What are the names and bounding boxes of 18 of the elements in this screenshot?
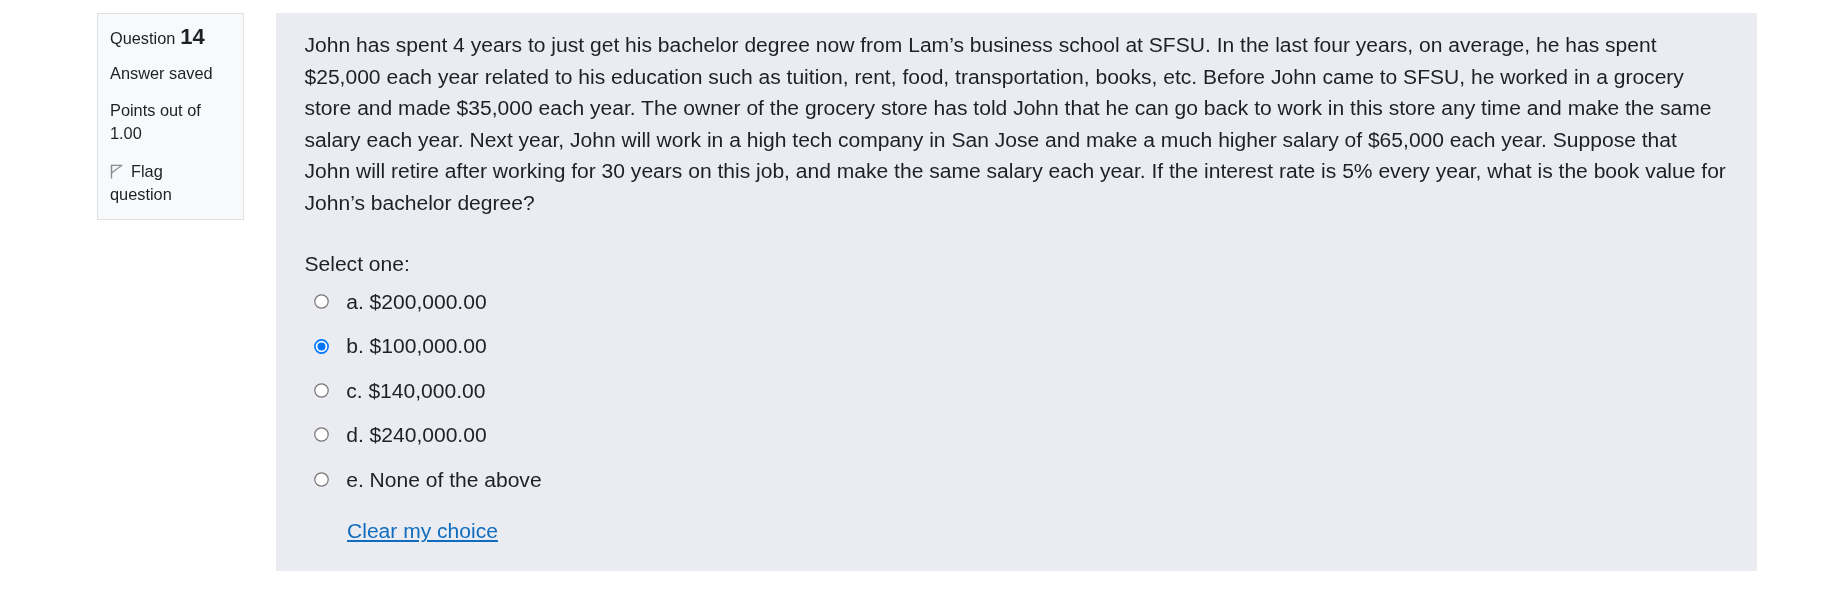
radio-button[interactable] [314,471,330,487]
answer-state-text: Answer saved [110,63,214,84]
answer-option-label[interactable]: d. $240,000.00 [346,419,487,451]
flag-question-toggle[interactable]: Flag question [110,159,223,207]
radio-button[interactable] [314,338,330,354]
answer-option-label[interactable]: b. $100,000.00 [346,330,487,362]
answer-option-label[interactable]: a. $200,000.00 [346,285,487,318]
question-label: Question [110,28,176,49]
question-number: 14 [180,23,205,51]
clear-choice-link[interactable]: Clear my choice [347,515,498,547]
select-prompt: Select one: [304,251,411,277]
points-text: Points out of 1.00 [110,99,202,144]
answer-option-label[interactable]: e. None of the above [346,463,542,495]
radio-button[interactable] [314,427,330,443]
radio-button[interactable] [314,294,330,310]
answer-option-label[interactable]: c. $140,000.00 [346,374,486,407]
question-text: John has spent 4 years to just get his bachelor degree now from Lam’s business school at SFSU. In the last four years, on average, he has spent $25,000 each year related to his education such as tuition, rent, food, transportation, books, etc. Before John came to SFSU, he worked in a grocery store and made $35,000 each year. The owner of the grocery store has told John that he can go back to work in this store any time and make the same salary each year. Next year, John will work in a high tech company in San Jose and make a much higher salary of $65,000 each year. Suppose that John will retire after working for 30 years on this job, and make the same salary each year. If the interest rate is 5% every year, what is the book value for John’s bachelor degree? [304,32,1727,216]
radio-button[interactable] [314,382,330,398]
